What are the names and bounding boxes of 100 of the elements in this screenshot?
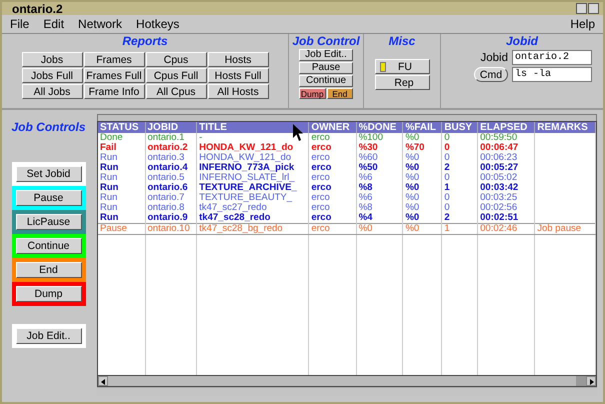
table-cell: ontario.5: [148, 172, 184, 183]
misc-button[interactable]: Rep: [374, 75, 430, 90]
table-cell: erco: [311, 192, 330, 203]
table-cell: erco: [311, 182, 332, 193]
table-cell: ontario.6: [148, 182, 188, 193]
table-cell: %70: [405, 142, 424, 153]
table-cell: 0: [444, 172, 450, 183]
menu-item[interactable]: Network: [78, 17, 122, 31]
table-cell: HONDA_KW_121_do: [199, 152, 292, 163]
scroll-left-icon[interactable]: [98, 376, 108, 386]
column-header[interactable]: %FAIL: [402, 122, 442, 133]
table-cell: erco: [311, 172, 330, 183]
table-cell: %100: [358, 132, 383, 143]
table-row[interactable]: Run ontario.7 TEXTURE_BEAUTY_ erco %6 %0 0 00:03:25: [98, 193, 596, 203]
job-control-button[interactable]: Set Jobid: [16, 166, 82, 182]
table-cell: TEXTURE_BEAUTY_: [199, 192, 292, 203]
job-control-button[interactable]: Job Edit..: [299, 49, 353, 61]
column-header[interactable]: ELAPSED: [478, 122, 535, 133]
command-field[interactable]: ls -la: [512, 67, 592, 82]
table-cell: Pause: [100, 223, 127, 234]
report-button[interactable]: Cpus Full: [146, 68, 206, 83]
menu-item[interactable]: File: [10, 17, 30, 31]
job-control-button[interactable]: End: [16, 262, 82, 278]
table-cell: Run: [100, 202, 118, 213]
table-cell: ontario.4: [148, 162, 188, 173]
report-button[interactable]: All Hosts: [208, 84, 268, 99]
table-cell: erco: [311, 162, 332, 173]
misc-button[interactable]: FU: [374, 59, 430, 74]
job-control-button[interactable]: LicPause: [16, 214, 82, 230]
minimize-button[interactable]: [576, 3, 587, 14]
report-button[interactable]: Frames Full: [84, 68, 144, 83]
table-cell: INFERNO_SLATE_lrl_: [199, 172, 295, 183]
column-header[interactable]: REMARKS: [534, 122, 596, 133]
table-cell: %0: [405, 132, 420, 143]
table-cell: 0: [444, 192, 450, 203]
menu-item[interactable]: Edit: [43, 17, 64, 31]
table-cell: ontario.2: [148, 142, 188, 153]
table-cell: Fail: [100, 142, 116, 153]
table-cell: Job pause: [537, 223, 582, 234]
table-row[interactable]: Run ontario.9 tk47_sc28_redo erco %4 %0 2 00:02:51: [98, 213, 596, 224]
job-control-button[interactable]: Pause: [299, 62, 353, 74]
report-button[interactable]: Jobs: [22, 52, 82, 67]
scroll-thumb[interactable]: [576, 376, 586, 386]
report-button[interactable]: Frame Info: [84, 84, 144, 99]
field-label: Jobid: [480, 52, 508, 64]
column-header[interactable]: BUSY: [442, 122, 478, 133]
table-cell: %0: [405, 152, 420, 163]
table-cell: %6: [358, 172, 372, 183]
section-title: Job Controls: [12, 120, 86, 134]
table-cell: %0: [405, 212, 420, 223]
table-cell: tk47_sc27_redo: [199, 202, 267, 213]
report-button[interactable]: Cpus: [146, 52, 206, 67]
help-menu[interactable]: Help: [570, 17, 595, 31]
column-header[interactable]: %DONE: [356, 122, 403, 133]
scroll-right-icon[interactable]: [586, 376, 596, 386]
menu-item[interactable]: Hotkeys: [136, 17, 180, 31]
table-cell: %60: [358, 152, 378, 163]
jobid-field[interactable]: ontario.2: [512, 50, 592, 65]
job-control-button[interactable]: End: [326, 88, 353, 99]
table-cell: %8: [358, 182, 372, 193]
table-cell: %8: [358, 202, 372, 213]
cmd-button[interactable]: Cmd: [474, 67, 508, 82]
table-cell: %0: [405, 202, 420, 213]
job-control-button[interactable]: Job Edit..: [16, 328, 82, 344]
horizontal-scrollbar[interactable]: [97, 375, 597, 387]
table-cell: ontario.7: [148, 192, 184, 203]
button-label: Rep: [393, 76, 415, 88]
report-button[interactable]: Hosts Full: [208, 68, 268, 83]
table-cell: %0: [405, 162, 420, 173]
table-row[interactable]: Run ontario.4 INFERNO_773A_pick erco %50 %0 2 00:05:27: [98, 163, 596, 173]
table-cell: %0: [405, 192, 420, 203]
job-control-button[interactable]: Pause: [16, 190, 82, 206]
table-row[interactable]: Run ontario.5 INFERNO_SLATE_lrl_ erco %6 %0 0 00:05:02: [98, 173, 596, 183]
job-control-button[interactable]: Dump: [299, 88, 326, 99]
table-row[interactable]: Run ontario.3 HONDA_KW_121_do erco %60 %0 0 00:06:23: [98, 153, 596, 163]
section-title: Jobid: [506, 34, 538, 48]
table-cell: ontario.3: [148, 152, 184, 163]
table-cell: %50: [358, 162, 378, 173]
table-row[interactable]: Run ontario.8 tk47_sc27_redo erco %8 %0 0 00:02:56: [98, 203, 596, 213]
job-control-button[interactable]: Continue: [16, 238, 82, 254]
table-cell: 00:05:27: [480, 162, 518, 173]
column-header[interactable]: OWNER: [308, 122, 356, 133]
table-cell: %0: [358, 223, 372, 234]
column-header[interactable]: TITLE: [196, 122, 309, 133]
report-button[interactable]: All Jobs: [22, 84, 82, 99]
job-control-button[interactable]: Dump: [16, 286, 82, 302]
job-control-button[interactable]: Continue: [299, 75, 353, 87]
report-button[interactable]: All Cpus: [146, 84, 206, 99]
table-row[interactable]: Fail ontario.2 HONDA_KW_121_do erco %30 %70 0 00:06:47: [98, 143, 596, 153]
report-button[interactable]: Frames: [84, 52, 144, 67]
maximize-button[interactable]: [588, 3, 599, 14]
report-button[interactable]: Hosts: [208, 52, 268, 67]
column-header[interactable]: JOBID: [145, 122, 197, 133]
table-cell: 2: [444, 212, 450, 223]
report-button[interactable]: Jobs Full: [22, 68, 82, 83]
column-header[interactable]: STATUS: [98, 122, 145, 133]
table-cell: ontario.9: [148, 212, 188, 223]
table-cell: 0: [444, 152, 450, 163]
table-row[interactable]: Run ontario.6 TEXTURE_ARCHIVE_ erco %8 %0 1 00:03:42: [98, 183, 596, 193]
table-cell: Run: [100, 172, 118, 183]
